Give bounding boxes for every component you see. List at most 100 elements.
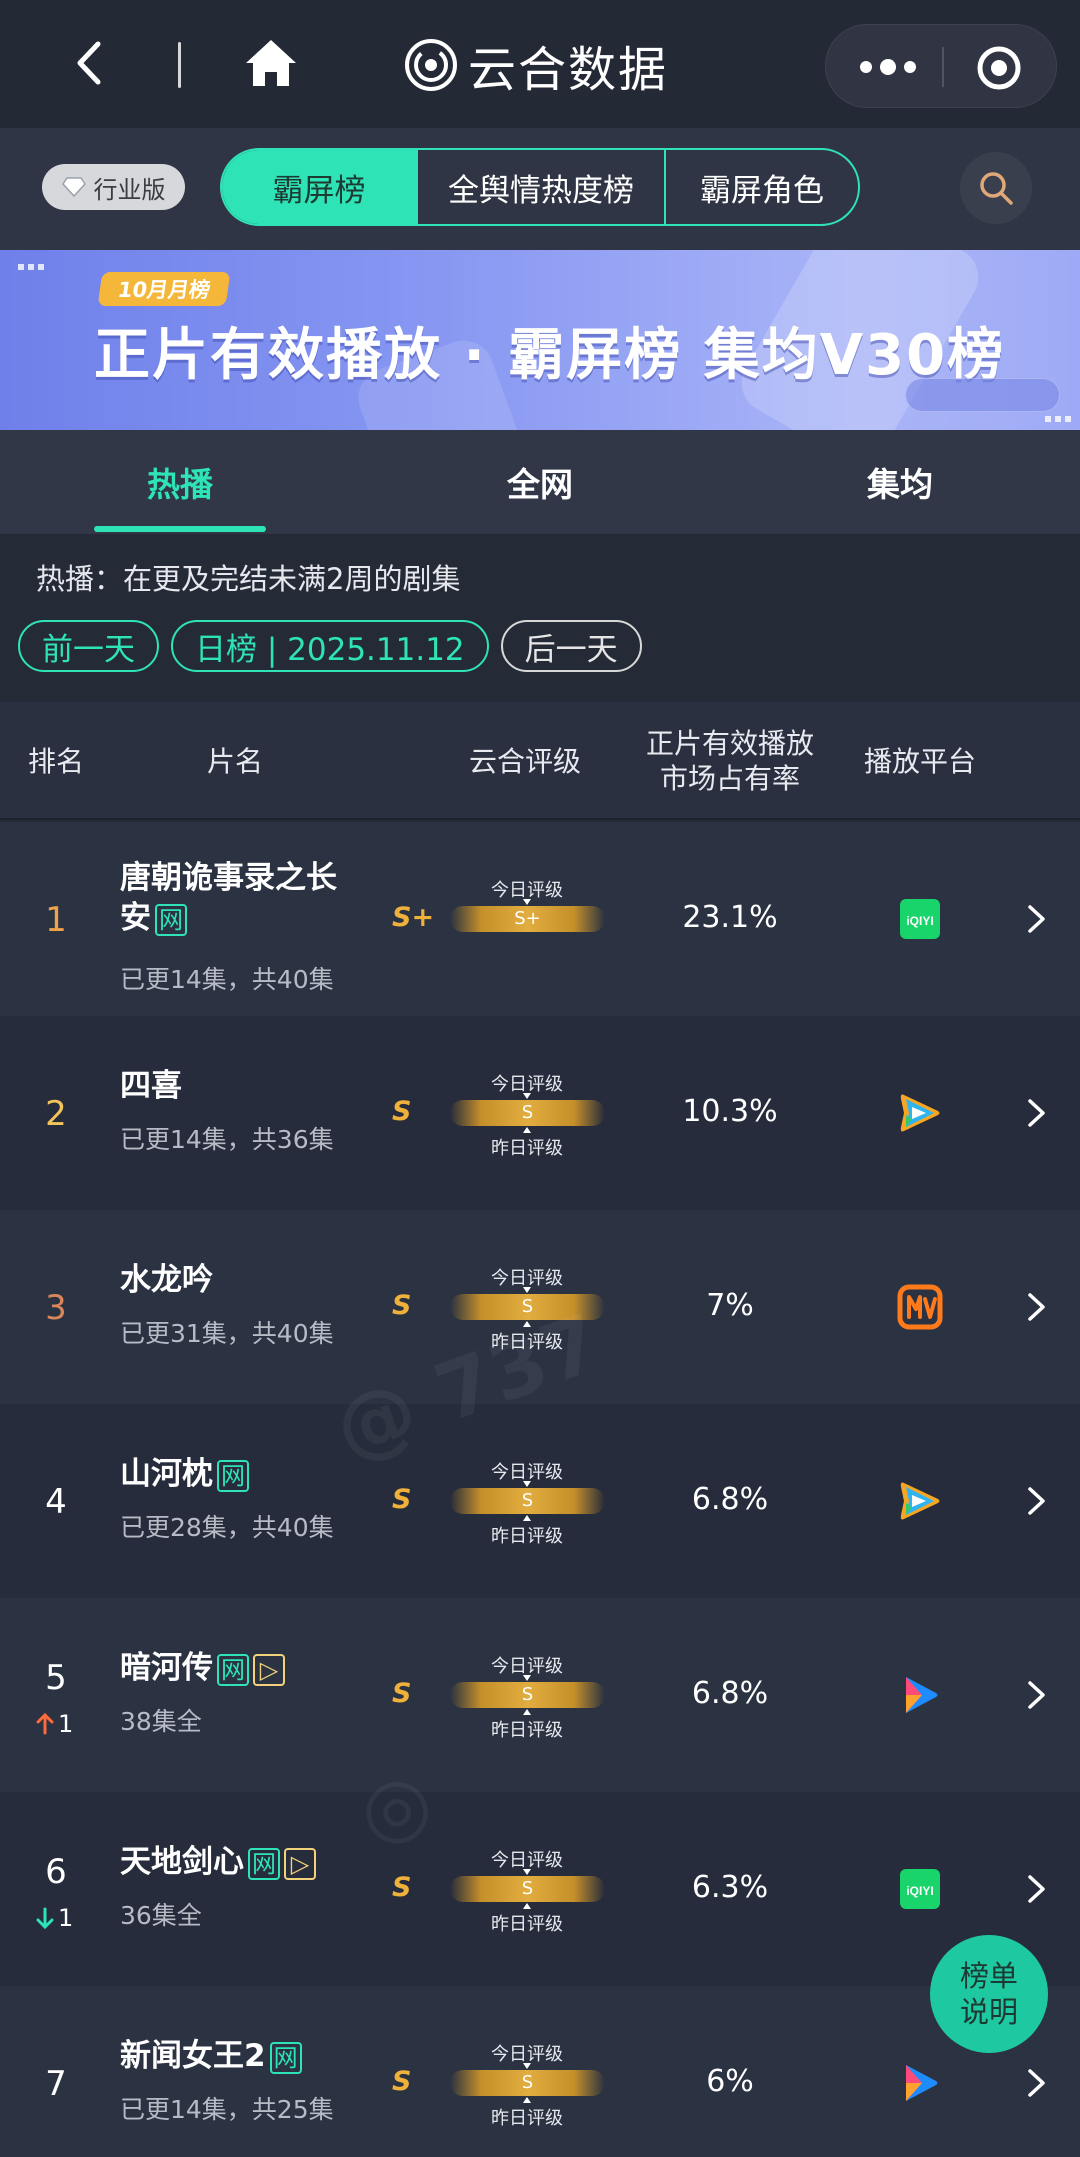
more-icon[interactable] bbox=[858, 55, 918, 79]
chevron-right-icon[interactable] bbox=[1026, 2067, 1048, 2099]
tab-underline bbox=[94, 526, 266, 532]
episode-status: 38集全 bbox=[120, 1707, 202, 1736]
market-share: 6.3% bbox=[691, 1870, 769, 1905]
yesterday-marker bbox=[523, 2097, 531, 2103]
grade-gauge: S bbox=[450, 2070, 605, 2096]
rank-number: 3 bbox=[45, 1288, 67, 1328]
today-marker bbox=[523, 1675, 531, 1681]
divider bbox=[178, 42, 181, 88]
chevron-right-icon[interactable] bbox=[1026, 1873, 1048, 1905]
table-row[interactable]: 4 山河枕网已更28集，共40集 S 今日评级 S 昨日评级 6.8% bbox=[0, 1404, 1080, 1598]
rank-number: 1 bbox=[45, 900, 67, 940]
chevron-right-icon[interactable] bbox=[1026, 1485, 1048, 1517]
month-tag: 10月月榜 bbox=[97, 272, 231, 306]
header-grade: 云合评级 bbox=[468, 744, 581, 778]
chevron-right-icon[interactable] bbox=[1026, 1679, 1048, 1711]
table-row[interactable]: 7 新闻女王2 网已更14集，共25集 S 今日评级 S 昨日评级 6% bbox=[0, 1986, 1080, 2157]
show-title[interactable]: 山河枕网 bbox=[120, 1454, 380, 1494]
segment-characters[interactable]: 霸屏角色 bbox=[664, 150, 858, 224]
rank-down-icon bbox=[36, 1907, 54, 1929]
rank-number: 2 bbox=[45, 1094, 67, 1134]
show-title-line2: 安 bbox=[120, 900, 151, 937]
chevron-right-icon[interactable] bbox=[1026, 1097, 1048, 1129]
promo-banner[interactable]: 10月月榜 正片有效播放 · 霸屏榜 集均V30榜 bbox=[0, 250, 1080, 430]
yesterday-grade-label: 昨日评级 bbox=[491, 2108, 563, 2129]
grade-label: S+ bbox=[392, 902, 435, 933]
grade-gauge: S+ bbox=[450, 906, 605, 932]
today-marker bbox=[523, 1287, 531, 1293]
yesterday-marker bbox=[523, 1127, 531, 1133]
current-date-button[interactable]: 日榜 | 2025.11.12 bbox=[171, 620, 489, 672]
table-row[interactable]: 1 唐朝诡事录之长安网已更14集，共40集 S+ 今日评级 S+ 23.1% iQIYI bbox=[0, 822, 1080, 1016]
tab-all-network[interactable]: 全网 bbox=[454, 430, 626, 534]
segment-screen-rank[interactable]: 霸屏榜 bbox=[222, 150, 416, 224]
rank-number: 5 bbox=[45, 1658, 67, 1698]
table-row[interactable]: 2 四喜 已更14集，共36集 S 今日评级 S 昨日评级 10.3% bbox=[0, 1016, 1080, 1210]
rank-up-icon bbox=[36, 1713, 54, 1735]
top-bar: 云合数据 bbox=[0, 0, 1080, 128]
market-share: 6% bbox=[706, 2064, 754, 2099]
platform-tencent-icon bbox=[896, 1477, 944, 1525]
episode-status: 已更14集，共25集 bbox=[120, 2095, 334, 2124]
market-share: 6.8% bbox=[691, 1482, 769, 1517]
yesterday-grade-label: 昨日评级 bbox=[491, 1526, 563, 1547]
web-drama-tag: 网 bbox=[155, 903, 187, 936]
show-title[interactable]: 唐朝诡事录之长安网 bbox=[120, 858, 380, 939]
chevron-right-icon[interactable] bbox=[1026, 1291, 1048, 1323]
grade-gauge-value: S bbox=[521, 1878, 534, 1899]
grade-label: S bbox=[392, 1290, 412, 1321]
segment-public-opinion[interactable]: 全舆情热度榜 bbox=[416, 150, 664, 224]
banner-button[interactable] bbox=[905, 378, 1060, 412]
rank-change: 1 bbox=[36, 1904, 73, 1932]
version-badge-label: 行业版 bbox=[93, 175, 166, 204]
rank-explanation-button[interactable]: 榜单 说明 bbox=[930, 1935, 1048, 2053]
web-drama-tag: 网 bbox=[269, 2041, 302, 2074]
grade-gauge-value: S+ bbox=[514, 908, 541, 929]
header-share: 正片有效播放 市场占有率 bbox=[630, 702, 830, 820]
platform-iqiyi-icon: iQIYI bbox=[896, 1865, 944, 1913]
banner-dots bbox=[18, 264, 44, 270]
search-button[interactable] bbox=[960, 152, 1032, 224]
show-title[interactable]: 暗河传网 ▷ bbox=[120, 1648, 380, 1688]
version-badge[interactable]: 行业版 bbox=[42, 164, 185, 210]
yesterday-grade-label: 昨日评级 bbox=[491, 1138, 563, 1159]
show-title[interactable]: 天地剑心网 ▷ bbox=[120, 1842, 380, 1882]
faq-line1: 榜单 bbox=[959, 1958, 1018, 1993]
table-row[interactable]: 6 1 天地剑心网 ▷ 36集全 S 今日评级 S 昨日评级 6.3% iQIYI bbox=[0, 1792, 1080, 1986]
show-title[interactable]: 四喜 bbox=[120, 1066, 380, 1106]
next-day-button[interactable]: 后一天 bbox=[500, 620, 642, 672]
yesterday-grade-label: 昨日评级 bbox=[491, 1914, 563, 1935]
back-icon[interactable] bbox=[68, 40, 114, 86]
show-title[interactable]: 水龙吟 bbox=[120, 1260, 380, 1300]
fast-forward-icon: ▷ bbox=[253, 1653, 285, 1686]
episode-status: 已更14集，共36集 bbox=[120, 1125, 334, 1154]
rank-number: 7 bbox=[45, 2064, 67, 2104]
yesterday-marker bbox=[523, 1515, 531, 1521]
episode-status: 36集全 bbox=[120, 1901, 202, 1930]
close-miniapp-icon[interactable] bbox=[976, 45, 1022, 91]
board-segments: 霸屏榜 全舆情热度榜 霸屏角色 bbox=[220, 148, 860, 226]
table-row[interactable]: 3 水龙吟 已更31集，共40集 S 今日评级 S 昨日评级 7% bbox=[0, 1210, 1080, 1404]
yesterday-marker bbox=[523, 1321, 531, 1327]
home-icon[interactable] bbox=[244, 36, 298, 90]
episode-status: 已更28集，共40集 bbox=[120, 1513, 334, 1542]
tab-hot[interactable]: 热播 bbox=[94, 430, 266, 534]
brand-name: 云合数据 bbox=[468, 42, 669, 98]
grade-gauge-value: S bbox=[521, 1490, 534, 1511]
prev-day-button[interactable]: 前一天 bbox=[18, 620, 159, 672]
grade-gauge: S bbox=[450, 1488, 605, 1514]
show-title-text: 水龙吟 bbox=[120, 1262, 213, 1298]
chevron-right-icon[interactable] bbox=[1026, 903, 1048, 935]
tab-per-episode[interactable]: 集均 bbox=[814, 430, 986, 534]
diamond-icon bbox=[61, 177, 86, 197]
capsule-divider bbox=[942, 47, 944, 87]
yesterday-marker bbox=[523, 1903, 531, 1909]
table-header: 排名 片名 云合评级 正片有效播放 市场占有率 播放平台 bbox=[0, 702, 1080, 820]
show-title-line1: 唐朝诡事录之长 bbox=[120, 860, 337, 896]
brand-logo-icon bbox=[405, 39, 457, 91]
table-row[interactable]: 5 1 暗河传网 ▷ 38集全 S 今日评级 S 昨日评级 6.8% bbox=[0, 1598, 1080, 1792]
show-title[interactable]: 新闻女王2 网 bbox=[120, 2036, 380, 2076]
platform-iqiyi-icon: iQIYI bbox=[896, 895, 944, 943]
web-drama-tag: 网 bbox=[217, 1459, 249, 1492]
miniapp-capsule bbox=[825, 24, 1057, 108]
